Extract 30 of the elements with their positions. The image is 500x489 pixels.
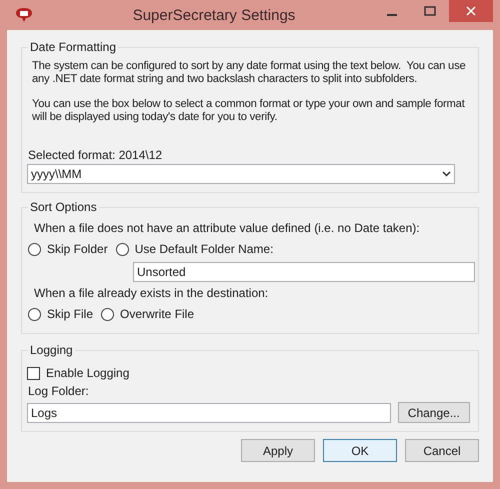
radio-label[interactable]: Overwrite File bbox=[120, 307, 194, 321]
default-folder-field[interactable]: Unsorted bbox=[133, 262, 475, 282]
apply-button[interactable]: Apply bbox=[241, 439, 315, 462]
window-title: SuperSecretary Settings bbox=[132, 6, 296, 24]
chevron-down-icon bbox=[442, 171, 451, 177]
radio-button[interactable] bbox=[28, 242, 41, 256]
change-button[interactable]: Change... bbox=[398, 402, 470, 423]
radio-label[interactable]: Skip File bbox=[47, 307, 94, 321]
cancel-button[interactable]: Cancel bbox=[405, 439, 479, 462]
format-dropdown[interactable]: yyyy\\MM bbox=[27, 164, 455, 184]
log-folder-field[interactable]: Logs bbox=[27, 402, 391, 422]
close-icon[interactable] bbox=[449, 0, 493, 22]
checkbox-label[interactable]: Enable Logging bbox=[46, 366, 130, 380]
existing-file-rule-label: When a file already exists in the destination: bbox=[33, 286, 270, 300]
radio-label[interactable]: Use Default Folder Name: bbox=[134, 242, 274, 256]
description-text: You can use the box below to select a common format or type your own and sample format will be displayed using today's date for you to verify. bbox=[32, 98, 466, 124]
checkbox[interactable] bbox=[27, 366, 40, 380]
group-title: Date Formatting bbox=[28, 40, 118, 54]
attribute-rule-label: When a file does not have an attribute value defined (i.e. no Date taken): bbox=[33, 221, 421, 235]
radio-button[interactable] bbox=[101, 308, 114, 320]
radio-button[interactable] bbox=[28, 308, 41, 320]
log-folder-label: Log Folder: bbox=[28, 384, 90, 398]
radio-label[interactable]: Skip Folder bbox=[47, 242, 108, 256]
group-title: Sort Options bbox=[28, 200, 99, 214]
ok-button[interactable]: OK bbox=[323, 439, 397, 462]
selected-format-label: Selected format: 2014\12 bbox=[28, 148, 164, 162]
description-text: The system can be configured to sort by any date format using the text below. You can use any .NET date format string and two backslash characters to split into subfolders. bbox=[32, 60, 466, 86]
radio-button[interactable] bbox=[116, 242, 129, 256]
app-logo-icon bbox=[15, 7, 33, 23]
group-title: Logging bbox=[28, 343, 75, 357]
